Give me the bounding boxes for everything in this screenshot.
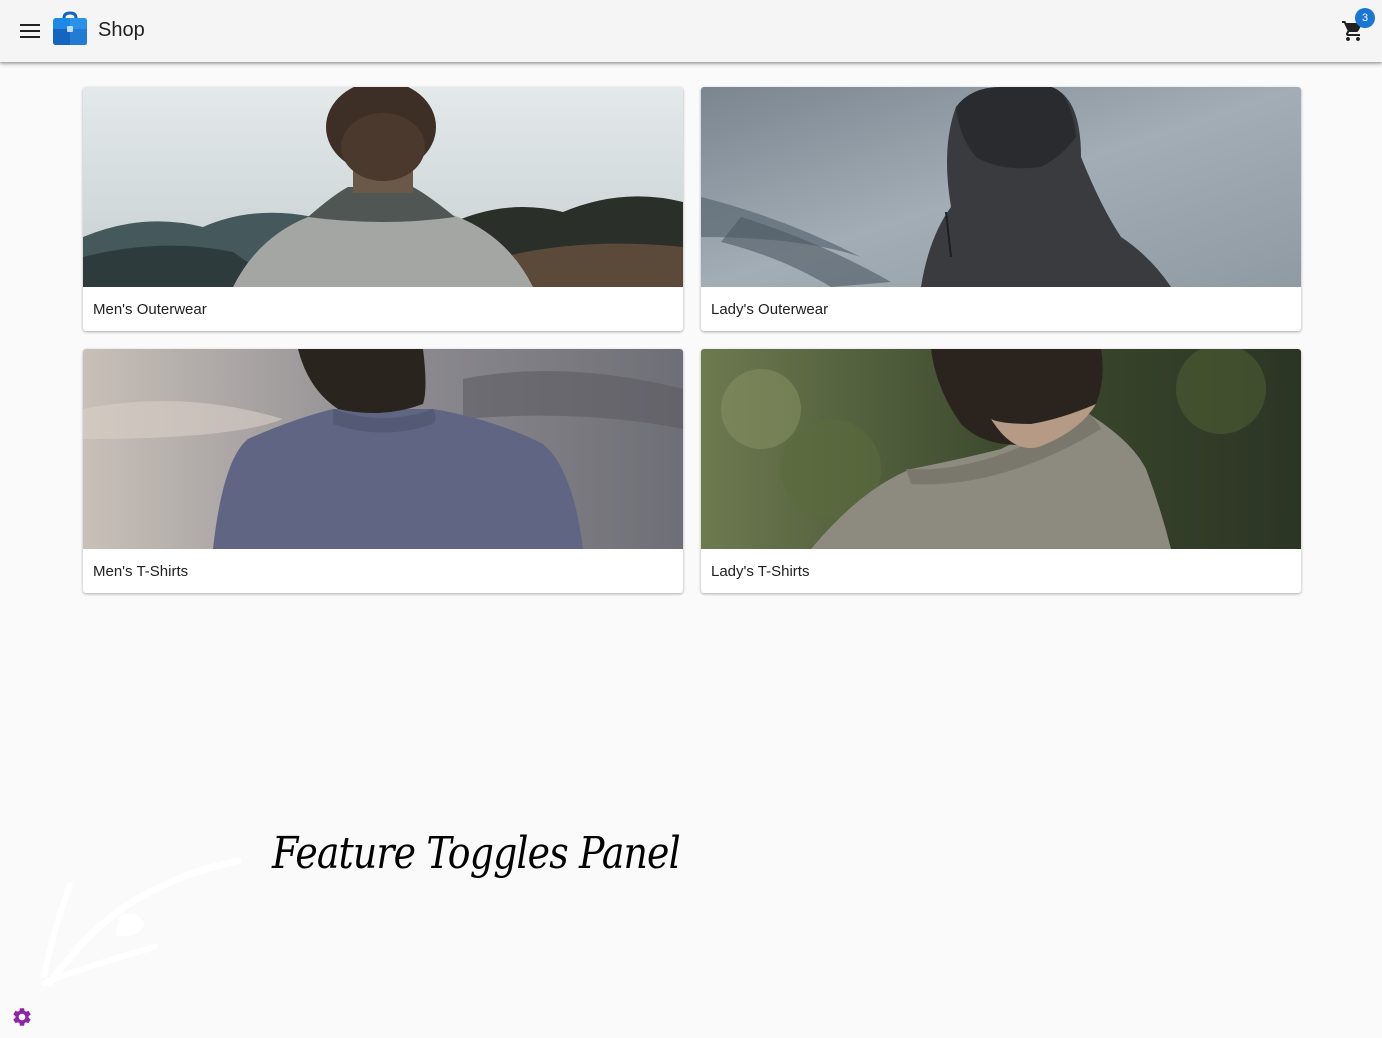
category-label: Men's T-Shirts: [93, 563, 189, 580]
ladys-outerwear-image: [701, 87, 1301, 287]
arrow-sketch-icon: [41, 857, 242, 987]
ladys-tshirts-image: [701, 349, 1301, 549]
gear-icon: [13, 1008, 31, 1026]
category-card-ladys-tshirts[interactable]: Lady's T-Shirts: [701, 349, 1301, 593]
category-label: Men's Outerwear: [93, 301, 207, 318]
app-title[interactable]: Shop: [98, 18, 145, 42]
category-card-mens-tshirts[interactable]: Men's T-Shirts: [83, 349, 683, 593]
feature-toggles-panel-title: Feature Toggles Panel: [272, 828, 681, 879]
category-label: Lady's T-Shirts: [711, 563, 810, 580]
category-card-mens-outerwear[interactable]: Men's Outerwear: [83, 87, 683, 331]
shopping-bag-icon[interactable]: [52, 11, 88, 47]
menu-icon: [20, 24, 40, 38]
menu-button[interactable]: [12, 13, 48, 49]
mens-outerwear-image: [83, 87, 683, 287]
category-card-ladys-outerwear[interactable]: Lady's Outerwear: [701, 87, 1301, 331]
feature-toggles-settings-button[interactable]: [11, 1006, 33, 1028]
cart-count-badge: 3: [1355, 8, 1375, 28]
app-header: Shop 3: [0, 0, 1382, 62]
category-label: Lady's Outerwear: [711, 301, 829, 318]
mens-tshirts-image: [83, 349, 683, 549]
